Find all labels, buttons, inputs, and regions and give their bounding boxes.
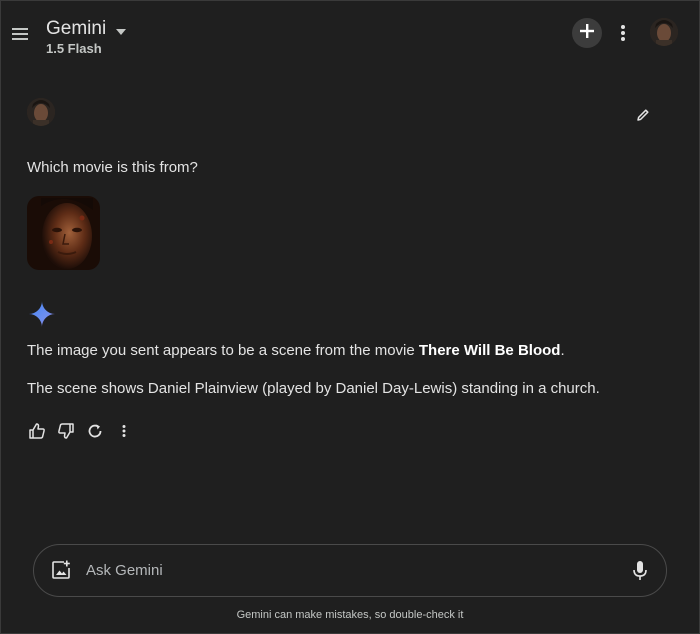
app-title: Gemini — [46, 18, 107, 39]
thumb-up-icon[interactable] — [27, 421, 47, 441]
response-paragraph: The scene shows Daniel Plainview (played… — [27, 380, 600, 397]
response-text: The image you sent appears to be a scene… — [27, 342, 419, 359]
model-name: 1.5 Flash — [46, 41, 102, 56]
account-avatar[interactable] — [650, 18, 678, 46]
microphone-icon[interactable] — [630, 559, 650, 583]
chevron-down-icon — [116, 19, 127, 41]
disclaimer-text: Gemini can make mistakes, so double-chec… — [236, 609, 464, 621]
response-actions — [27, 421, 143, 441]
edit-icon[interactable] — [632, 104, 654, 126]
more-vert-icon[interactable] — [114, 421, 134, 441]
user-message: Which movie is this from? — [27, 159, 198, 176]
user-avatar — [27, 98, 55, 126]
prompt-input[interactable] — [86, 545, 606, 596]
response-punctuation: . — [560, 342, 565, 359]
uploaded-image[interactable] — [27, 196, 100, 270]
gemini-spark-icon — [28, 300, 56, 328]
regenerate-icon[interactable] — [85, 421, 105, 441]
menu-icon[interactable] — [10, 26, 30, 42]
plus-icon — [580, 23, 594, 43]
more-vert-icon[interactable] — [612, 20, 634, 46]
new-chat-button[interactable] — [572, 18, 602, 48]
movie-title: There Will Be Blood — [418, 342, 561, 359]
window-frame — [0, 0, 700, 634]
model-switcher[interactable]: Gemini — [46, 17, 127, 41]
thumb-down-icon[interactable] — [56, 421, 76, 441]
prompt-bar — [33, 544, 667, 597]
add-image-icon[interactable] — [50, 559, 72, 581]
response-paragraph: The image you sent appears to be a scene… — [27, 342, 565, 359]
